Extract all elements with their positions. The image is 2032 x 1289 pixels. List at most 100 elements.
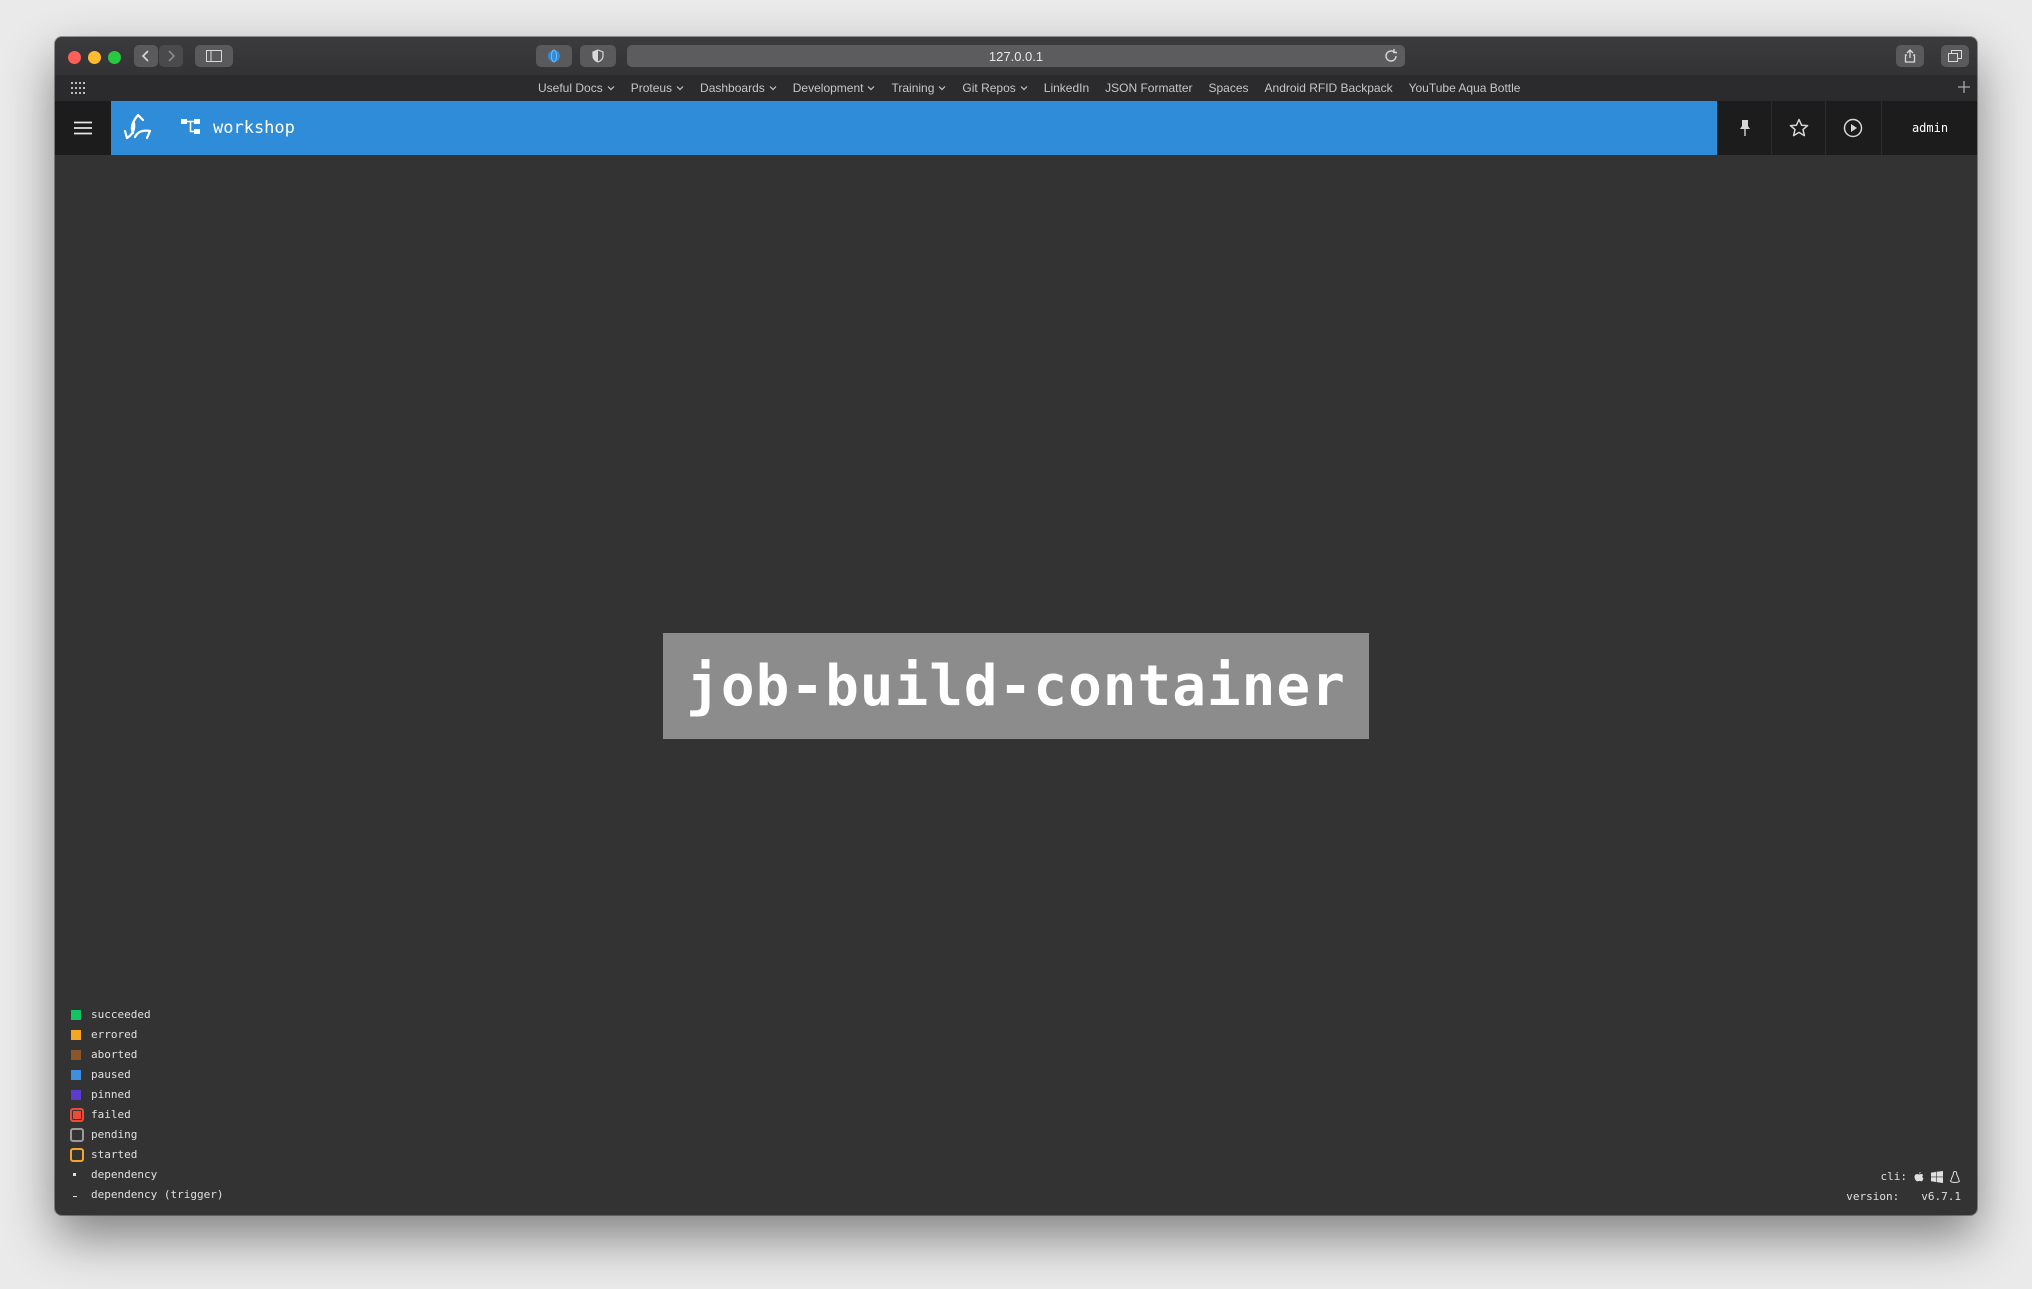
forward-button[interactable] (159, 45, 183, 67)
chevron-down-icon (938, 86, 946, 91)
bookmark-item[interactable]: Useful Docs (538, 81, 615, 95)
reload-icon[interactable] (1383, 48, 1399, 64)
pipeline-icon (181, 119, 200, 134)
job-name: job-build-container (686, 653, 1346, 719)
legend-label: dependency (91, 1168, 158, 1181)
star-icon (1789, 118, 1809, 137)
plus-icon[interactable] (1957, 80, 1971, 94)
legend-swatch (71, 1050, 81, 1060)
bookmark-label: Useful Docs (538, 81, 603, 95)
cli-downloads: cli: (1846, 1167, 1961, 1187)
legend-item: paused (71, 1065, 223, 1085)
legend-swatch (73, 1196, 77, 1197)
tab-overview-button[interactable] (1941, 45, 1969, 67)
sidebar-icon (206, 50, 222, 62)
globe-icon (548, 49, 560, 63)
legend-item: pending (70, 1125, 223, 1145)
chevron-down-icon (868, 86, 875, 91)
chevron-down-icon (607, 86, 615, 91)
minimize-window-button[interactable] (88, 51, 101, 64)
bookmark-item[interactable]: YouTube Aqua Bottle (1409, 81, 1521, 95)
legend-item: started (70, 1145, 223, 1165)
bookmark-label: LinkedIn (1043, 81, 1090, 95)
bookmark-item[interactable]: Dashboards (700, 81, 777, 95)
chevron-down-icon (769, 86, 777, 91)
legend-item: failed (70, 1105, 223, 1125)
bookmark-label: Android RFID Backpack (1264, 81, 1393, 95)
bookmark-item[interactable]: Git Repos (962, 81, 1028, 95)
legend-label: paused (91, 1068, 131, 1081)
share-icon (1904, 49, 1916, 63)
legend-swatch (70, 1128, 84, 1142)
version-row: version: v6.7.1 (1846, 1187, 1961, 1207)
legend-label: failed (91, 1108, 131, 1121)
bookmark-label: Dashboards (700, 81, 765, 95)
close-window-button[interactable] (68, 51, 81, 64)
address-bar[interactable]: 127.0.0.1 (627, 45, 1405, 67)
share-button[interactable] (1896, 45, 1924, 67)
privacy-report-button[interactable] (580, 45, 616, 67)
bookmark-label: JSON Formatter (1105, 81, 1193, 95)
chevron-right-icon (168, 50, 176, 62)
apple-icon[interactable] (1913, 1171, 1925, 1183)
pipeline-name[interactable]: workshop (213, 101, 295, 155)
linux-icon[interactable] (1949, 1171, 1961, 1183)
url-text: 127.0.0.1 (988, 48, 1044, 64)
legend-label: pending (91, 1128, 138, 1141)
legend-label: dependency (trigger) (91, 1188, 224, 1201)
windows-icon[interactable] (1931, 1171, 1943, 1183)
pin-icon (1740, 120, 1750, 136)
bookmark-item[interactable]: JSON Formatter (1105, 81, 1192, 95)
side-menu-button[interactable] (55, 101, 111, 155)
favorites-bar: Useful Docs Proteus Dashboards Development T… (55, 75, 1977, 102)
bookmark-item[interactable]: Proteus (631, 81, 684, 95)
status-legend: succeeded errored aborted paused pinned faile… (70, 1005, 223, 1205)
bookmarks-list: Useful Docs Proteus Dashboards Development T… (538, 75, 1520, 101)
legend-item: aborted (71, 1045, 223, 1065)
sidebar-toggle-button[interactable] (195, 45, 233, 67)
play-pipeline-button[interactable] (1825, 101, 1880, 155)
legend-item: pinned (71, 1085, 223, 1105)
browser-window: 127.0.0.1 Useful Docs Proteus Dashboards De… (55, 37, 1977, 1215)
version-label: version: (1846, 1190, 1900, 1203)
bookmark-label: Proteus (630, 81, 673, 95)
bookmark-label: Spaces (1208, 81, 1249, 95)
cli-label: cli: (1880, 1170, 1908, 1183)
job-node[interactable]: job-build-container (663, 633, 1369, 739)
legend-label: succeeded (91, 1008, 151, 1021)
bookmark-item[interactable]: Android RFID Backpack (1265, 81, 1393, 95)
bookmark-label: Development (792, 81, 864, 95)
bookmark-item[interactable]: Spaces (1209, 81, 1249, 95)
version-value: v6.7.1 (1921, 1190, 1961, 1203)
chevron-down-icon (1020, 86, 1028, 91)
play-icon (1843, 118, 1863, 138)
pin-button[interactable] (1717, 101, 1772, 155)
extension-button[interactable] (536, 45, 572, 67)
back-button[interactable] (134, 45, 158, 67)
pipeline-header: workshop (111, 101, 1717, 155)
legend-swatch (71, 1010, 81, 1020)
cli-info: cli: version: v6.7.1 (1846, 1167, 1961, 1207)
legend-item: dependency (trigger) (71, 1185, 223, 1205)
maximize-window-button[interactable] (108, 51, 121, 64)
chevron-left-icon (141, 50, 149, 62)
shield-icon (592, 49, 604, 63)
legend-item: succeeded (71, 1005, 223, 1025)
concourse-logo-icon[interactable] (121, 111, 155, 145)
grid-icon[interactable] (71, 82, 85, 94)
legend-swatch (70, 1108, 84, 1122)
bookmark-item[interactable]: Development (793, 81, 876, 95)
hamburger-icon (74, 121, 92, 135)
concourse-top-bar: workshop admin (55, 101, 1977, 155)
legend-item: dependency (71, 1165, 223, 1185)
bookmark-label: Training (891, 81, 935, 95)
legend-label: errored (91, 1028, 138, 1041)
legend-swatch (70, 1148, 84, 1162)
bookmark-item[interactable]: Training (891, 81, 946, 95)
user-menu[interactable]: admin (1881, 101, 1977, 155)
legend-swatch (71, 1070, 81, 1080)
bookmark-label: YouTube Aqua Bottle (1408, 81, 1521, 95)
legend-swatch (71, 1030, 81, 1040)
favorite-button[interactable] (1771, 101, 1826, 155)
bookmark-item[interactable]: LinkedIn (1044, 81, 1089, 95)
